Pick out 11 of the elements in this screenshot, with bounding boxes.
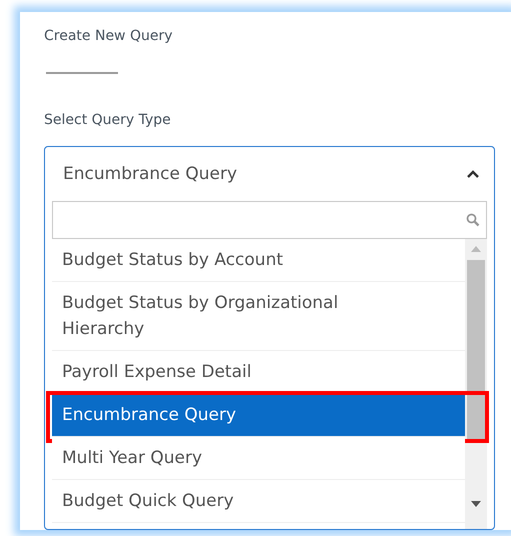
search-field[interactable] — [52, 201, 487, 239]
caret-icon — [466, 170, 480, 178]
scroll-up-icon — [471, 246, 481, 252]
dropdown-option[interactable]: Encumbrance Query — [52, 394, 465, 437]
dropdown-option[interactable]: Multi Year Query — [52, 437, 465, 480]
scrollbar[interactable] — [465, 239, 487, 529]
scroll-down-icon — [471, 501, 481, 507]
field-label: Select Query Type — [44, 112, 172, 128]
panel-title: Create New Query — [44, 28, 174, 44]
query-type-select[interactable]: Encumbrance Query — [45, 147, 494, 201]
search-icon — [466, 213, 480, 227]
